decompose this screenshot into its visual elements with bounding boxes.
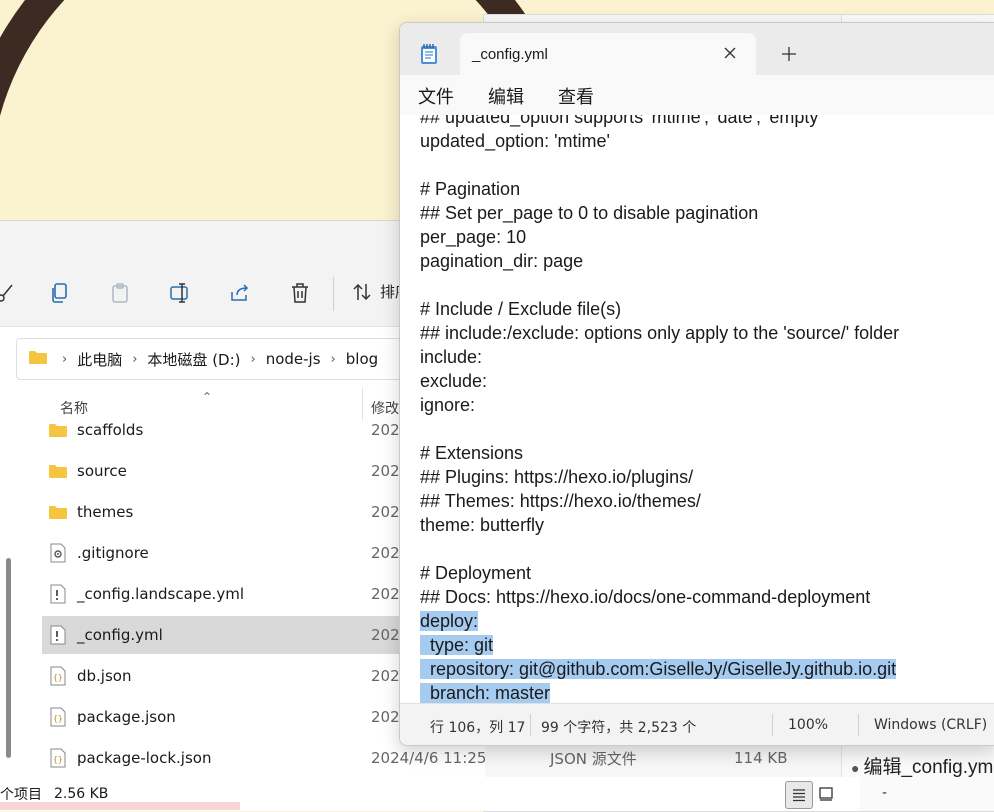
editor-line-selected: branch: master xyxy=(420,683,551,703)
editor-line: pagination_dir: page xyxy=(420,251,584,271)
tab-config-yml[interactable]: _config.yml xyxy=(460,33,756,75)
editor-line: # Pagination xyxy=(420,179,521,199)
svg-text:{}: {} xyxy=(53,755,63,764)
tab-title: _config.yml xyxy=(472,45,548,63)
notepad-app-icon xyxy=(420,43,438,69)
status-divider xyxy=(772,714,773,736)
editor-line: ## Set per_page to 0 to disable paginati… xyxy=(420,203,759,223)
menu-view[interactable]: 查看 xyxy=(558,83,594,109)
file-name: package.json xyxy=(77,708,176,726)
copy-icon[interactable] xyxy=(46,279,74,307)
paste-icon[interactable] xyxy=(106,279,134,307)
tiles-view-icon[interactable] xyxy=(813,781,839,807)
editor-line: ## updated_option supports 'mtime', 'dat… xyxy=(420,115,822,127)
breadcrumb-item-local-disk[interactable]: 本地磁盘 (D:) xyxy=(147,349,240,370)
breadcrumb-item-this-pc[interactable]: 此电脑 xyxy=(77,349,122,370)
yml-file-icon xyxy=(47,583,69,605)
editor-line: # Extensions xyxy=(420,443,524,463)
chevron-right-icon: › xyxy=(250,351,256,367)
editor-line: ignore: xyxy=(420,395,476,415)
breadcrumb-item-node-js[interactable]: node-js xyxy=(266,350,321,368)
json-file-icon: {} xyxy=(47,706,69,728)
file-name: _config.yml xyxy=(77,626,163,644)
rename-icon[interactable] xyxy=(166,279,194,307)
yml-file-icon xyxy=(47,624,69,646)
editor-line: # Deployment xyxy=(420,563,532,583)
editor-line: ## Themes: https://hexo.io/themes/ xyxy=(420,491,701,511)
selected-size: 2.56 KB xyxy=(54,786,109,802)
file-name: scaffolds xyxy=(77,421,144,439)
background-task-item[interactable]: ● 编辑_config.yml xyxy=(851,752,994,779)
text-editor[interactable]: ## updated_option supports 'mtime', 'dat… xyxy=(400,115,994,703)
file-name: package-lock.json xyxy=(77,749,212,767)
sort-icon xyxy=(353,283,371,300)
editor-line: ## include:/exclude: options only apply … xyxy=(420,323,900,343)
new-tab-icon[interactable] xyxy=(778,43,800,65)
file-name: .gitignore xyxy=(77,544,149,562)
file-name: themes xyxy=(77,503,134,521)
file-name: _config.landscape.yml xyxy=(77,585,244,603)
editor-line-selected: repository: git@github.com:GiselleJy/Gis… xyxy=(420,659,897,679)
bullet-icon: ● xyxy=(851,760,860,776)
zoom-level: 100% xyxy=(788,717,829,733)
menu-file[interactable]: 文件 xyxy=(418,83,454,109)
folder-icon xyxy=(47,460,69,482)
editor-line: ## Docs: https://hexo.io/docs/one-comman… xyxy=(420,587,871,607)
details-view-icon[interactable] xyxy=(785,781,813,809)
gear-file-icon xyxy=(47,542,69,564)
delete-icon[interactable] xyxy=(286,279,314,307)
editor-line: theme: butterfly xyxy=(420,515,545,535)
share-icon[interactable] xyxy=(226,279,254,307)
editor-line: updated_option: 'mtime' xyxy=(420,131,610,151)
file-size: 114 KB xyxy=(734,749,788,767)
breadcrumb-item-blog[interactable]: blog xyxy=(346,350,378,368)
item-count: 个项目 xyxy=(0,787,42,803)
chevron-up-icon: ⌃ xyxy=(202,390,213,404)
toolbar-divider xyxy=(333,277,334,311)
cut-icon[interactable] xyxy=(0,279,20,307)
chevron-right-icon: › xyxy=(132,351,138,367)
background-task-label: 编辑_config.yml xyxy=(863,757,994,778)
cursor-position: 行 106，列 17 xyxy=(430,720,526,736)
chevron-right-icon: › xyxy=(62,351,68,367)
file-name: db.json xyxy=(77,667,132,685)
notepad-menu-bar: 文件 编辑 查看 xyxy=(400,75,994,115)
svg-text:{}: {} xyxy=(53,714,63,723)
file-type: JSON 源文件 xyxy=(550,749,637,768)
scrollbar[interactable] xyxy=(6,558,11,758)
line-ending: Windows (CRLF) xyxy=(874,717,988,733)
json-file-icon: {} xyxy=(47,747,69,769)
character-count: 99 个字符，共 2,523 个 xyxy=(541,720,697,736)
editor-line: include: xyxy=(420,347,483,367)
editor-line-selected: type: git xyxy=(420,635,494,655)
background-dash: - xyxy=(882,785,888,801)
folder-icon xyxy=(47,419,69,441)
editor-line: exclude: xyxy=(420,371,488,391)
editor-line-selected: deploy: xyxy=(420,611,479,631)
close-icon[interactable] xyxy=(722,45,738,61)
menu-edit[interactable]: 编辑 xyxy=(488,83,524,109)
editor-line: per_page: 10 xyxy=(420,227,527,247)
status-divider xyxy=(530,714,531,736)
file-name: source xyxy=(77,462,127,480)
decoration-stripe xyxy=(0,802,240,810)
folder-icon xyxy=(28,349,48,369)
chevron-right-icon: › xyxy=(330,351,336,367)
file-date: 2024/4/6 11:25 xyxy=(371,749,487,767)
notepad-title-bar: _config.yml xyxy=(400,23,994,75)
editor-line: # Include / Exclude file(s) xyxy=(420,299,622,319)
status-divider xyxy=(858,714,859,736)
editor-line: ## Plugins: https://hexo.io/plugins/ xyxy=(420,467,694,487)
folder-icon xyxy=(47,501,69,523)
notepad-status-bar: 行 106，列 17 99 个字符，共 2,523 个 100% Windows… xyxy=(400,703,994,745)
notepad-window: _config.yml 文件 编辑 查看 ## updated_option s… xyxy=(399,22,994,746)
svg-text:{}: {} xyxy=(53,673,63,682)
json-file-icon: {} xyxy=(47,665,69,687)
